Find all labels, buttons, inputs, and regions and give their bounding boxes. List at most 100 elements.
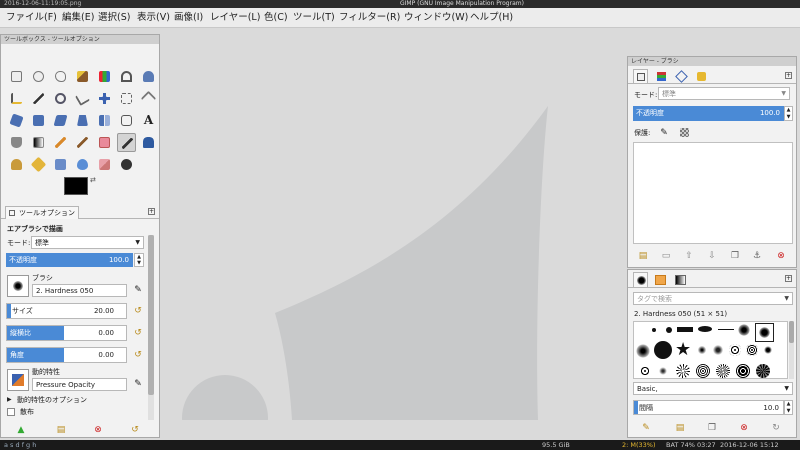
restore-options-icon[interactable]: ▤ [55,425,67,435]
menu-file[interactable]: ファイル(F) [6,8,57,28]
brush-grid[interactable]: ★ [633,321,788,379]
cage-tool[interactable] [117,111,136,130]
perspective-tool[interactable] [73,111,92,130]
lock-alpha-icon[interactable] [680,128,689,137]
delete-layer-icon[interactable]: ⊗ [775,251,787,261]
tab-undo[interactable] [694,69,709,84]
brush-item[interactable] [746,344,758,356]
reset-angle-icon[interactable]: ↺ [132,350,144,360]
pencil-tool[interactable] [51,133,70,152]
menu-windows[interactable]: ウィンドウ(W) [404,8,468,28]
tab-paths[interactable] [674,69,689,84]
perspective-clone-tool[interactable] [51,155,70,174]
edit-brush-footer-icon[interactable]: ✎ [640,423,652,433]
foreground-select-tool[interactable] [139,67,158,86]
spacing-spinner[interactable]: ▲ ▼ [784,400,793,415]
airbrush-tool[interactable] [117,133,136,152]
brush-item[interactable] [756,364,770,378]
smudge-tool[interactable] [95,155,114,174]
brush-grid-scrollbar[interactable] [789,321,794,379]
tab-patterns[interactable] [653,272,668,288]
brush-star-icon[interactable]: ★ [675,341,691,359]
new-layer-group-icon[interactable]: ▭ [660,251,672,261]
duplicate-layer-icon[interactable]: ❐ [729,251,741,261]
brush-item[interactable] [718,329,734,330]
brush-item[interactable] [658,366,668,376]
brush-item[interactable] [764,346,772,354]
layers-mode-select[interactable]: 標準 ▼ [658,87,790,100]
menu-image[interactable]: 画像(I) [174,8,203,28]
brush-name-field[interactable]: 2. Hardness 050 [32,284,127,297]
toolbox-scrollbar[interactable] [148,235,154,420]
rect-select-tool[interactable] [7,67,26,86]
scale-tool[interactable] [29,111,48,130]
lower-layer-icon[interactable]: ⇩ [706,251,718,261]
move-tool[interactable] [95,89,114,108]
clone-tool[interactable] [7,155,26,174]
paths-tool[interactable] [7,89,26,108]
new-brush-icon[interactable]: ▤ [674,423,686,433]
heal-tool[interactable] [29,155,48,174]
tab-channels[interactable] [654,69,669,84]
layers-opacity-spinner[interactable]: ▲ ▼ [784,106,793,121]
tab-gradients[interactable] [673,272,688,288]
brush-item[interactable] [654,341,672,359]
color-select-tool[interactable] [95,67,114,86]
opacity-spinner[interactable]: ▲ ▼ [134,253,144,267]
anchor-layer-icon[interactable]: ⚓ [751,251,763,261]
brush-item[interactable] [698,326,712,332]
angle-slider[interactable]: 角度 0.00 [6,347,127,363]
reset-options-icon[interactable]: ↺ [129,425,141,435]
fuzzy-select-tool[interactable] [73,67,92,86]
layers-opacity-slider[interactable]: 不透明度 100.0 [633,106,784,121]
lasso-tool[interactable] [51,67,70,86]
workspace-list[interactable]: a s d f g h [4,440,36,450]
ink-tool[interactable] [139,133,158,152]
refresh-brushes-icon[interactable]: ↻ [770,423,782,433]
menu-filters[interactable]: フィルター(R) [339,8,400,28]
align-tool[interactable] [117,89,136,108]
duplicate-brush-icon[interactable]: ❐ [706,423,718,433]
new-layer-icon[interactable]: ▤ [637,251,649,261]
aspect-slider[interactable]: 縦横比 0.00 [6,325,127,341]
measure-tool[interactable] [73,89,92,108]
brush-item[interactable] [640,366,650,376]
brush-item[interactable] [712,344,724,356]
brush-item[interactable] [677,327,693,332]
layers-list[interactable] [633,142,793,244]
brush-item-selected[interactable] [755,323,774,342]
menu-edit[interactable]: 編集(E) [62,8,94,28]
brush-preview[interactable] [7,275,29,297]
dynamics-field[interactable]: Pressure Opacity [32,378,127,391]
delete-brush-icon[interactable]: ⊗ [738,423,750,433]
brush-preset-select[interactable]: Basic, ▼ [633,382,793,395]
size-slider[interactable]: サイズ 20.00 [6,303,127,319]
brush-item[interactable] [696,364,710,378]
brush-item[interactable] [716,364,730,378]
flip-tool[interactable] [95,111,114,130]
text-tool[interactable]: A [139,111,158,130]
crop-tool[interactable] [139,89,158,108]
color-picker-tool[interactable] [29,89,48,108]
raise-layer-icon[interactable]: ⇧ [683,251,695,261]
layers-panel-menu-icon[interactable]: + [785,72,792,79]
shear-tool[interactable] [51,111,70,130]
bucket-fill-tool[interactable] [7,133,26,152]
paintbrush-tool[interactable] [73,133,92,152]
scissors-tool[interactable] [117,67,136,86]
scrollbar-thumb[interactable] [148,235,154,395]
brush-item[interactable] [636,344,650,358]
menu-view[interactable]: 表示(V) [137,8,170,28]
tab-brushes[interactable] [633,272,648,288]
swap-colors-icon[interactable]: ⇄ [90,176,96,184]
brush-item[interactable] [697,345,707,355]
dynamics-options-expander[interactable]: ▶ 動的特性のオプション [7,395,137,405]
reset-aspect-icon[interactable]: ↺ [132,328,144,338]
reset-size-icon[interactable]: ↺ [132,306,144,316]
dodge-burn-tool[interactable] [117,155,136,174]
brush-item[interactable] [652,328,656,332]
menu-layer[interactable]: レイヤー(L) [210,8,260,28]
brush-item[interactable] [736,364,750,378]
save-options-icon[interactable]: ▲ [15,425,27,435]
brush-tag-search[interactable]: タグで検索 ▼ [633,292,793,305]
